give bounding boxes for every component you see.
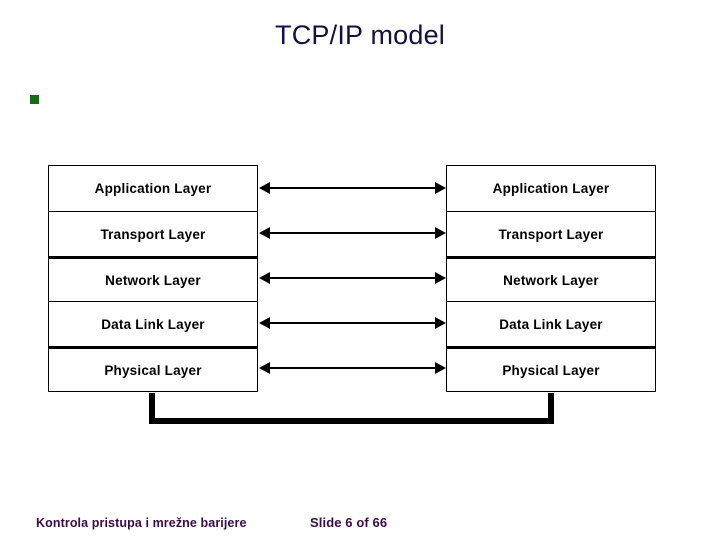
tcpip-model-diagram: Application Layer Transport Layer Networ… (0, 0, 720, 540)
physical-link-path (149, 393, 554, 424)
footer-subject-label: Kontrola pristupa i mrežne barijere (36, 516, 247, 530)
slide-counter: Slide 6 of 66 (310, 515, 388, 530)
physical-medium-link (149, 393, 554, 424)
slide-footer: Kontrola pristupa i mrežne barijere Slid… (0, 514, 720, 540)
